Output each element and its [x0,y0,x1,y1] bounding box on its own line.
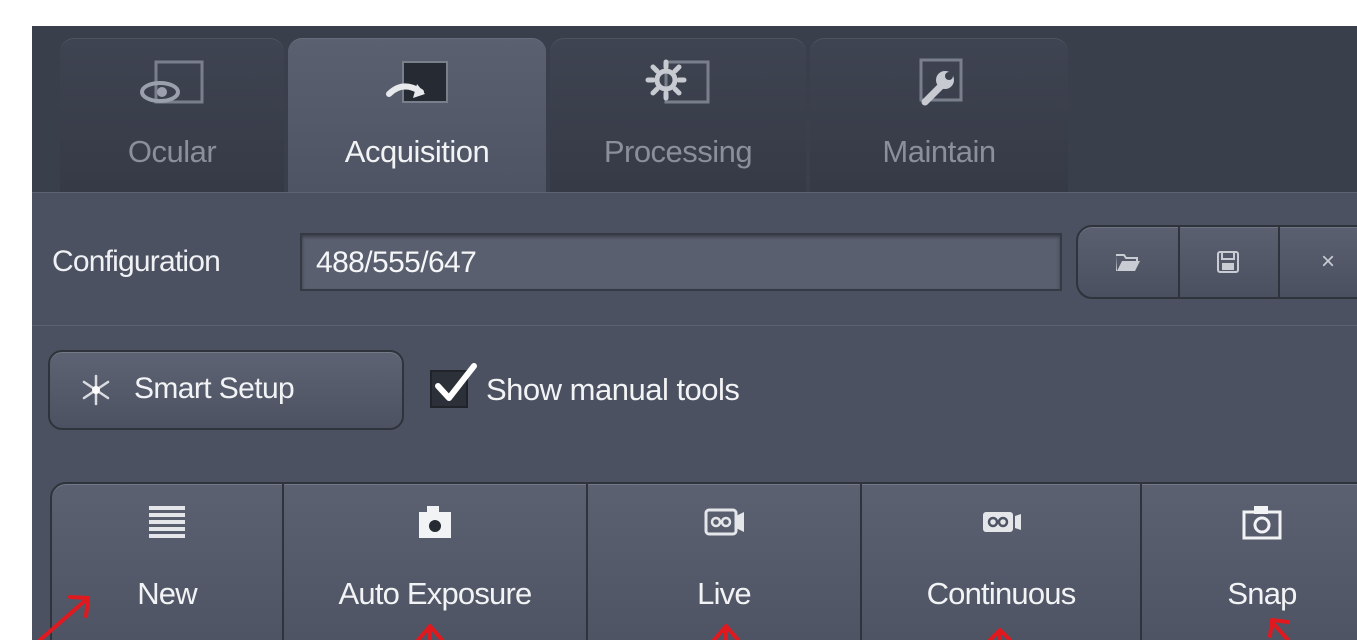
annotation-arrows [38,595,1290,640]
annotation-arrow-auto-exposure [416,624,444,640]
annotation-arrow-snap [1268,618,1290,640]
annotation-arrow-live [712,624,740,640]
annotation-arrow-new [38,595,90,640]
annotation-arrow-continuous [988,628,1012,640]
